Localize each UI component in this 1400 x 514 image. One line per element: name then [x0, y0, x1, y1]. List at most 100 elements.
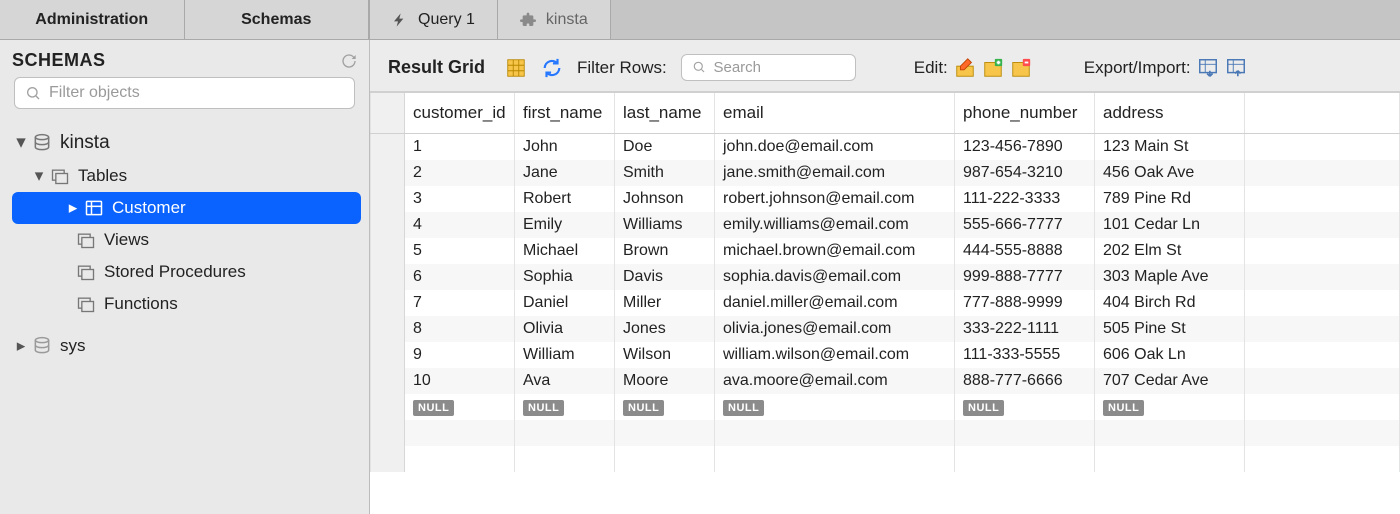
cell-address[interactable]: 606 Oak Ln — [1095, 342, 1245, 368]
cell-customer_id[interactable]: 7 — [405, 290, 515, 316]
col-address[interactable]: address — [1095, 93, 1245, 134]
row-gutter[interactable] — [371, 134, 405, 161]
cell-address[interactable]: 202 Elm St — [1095, 238, 1245, 264]
table-row[interactable]: 6SophiaDavissophia.davis@email.com999-88… — [371, 264, 1400, 290]
cell-email[interactable]: sophia.davis@email.com — [715, 264, 955, 290]
table-row[interactable]: 4EmilyWilliamsemily.williams@email.com55… — [371, 212, 1400, 238]
cell-email[interactable]: emily.williams@email.com — [715, 212, 955, 238]
cell-email[interactable]: daniel.miller@email.com — [715, 290, 955, 316]
table-row[interactable]: 2JaneSmithjane.smith@email.com987-654-32… — [371, 160, 1400, 186]
filter-rows-input[interactable] — [713, 59, 844, 76]
table-row[interactable]: 5MichaelBrownmichael.brown@email.com444-… — [371, 238, 1400, 264]
table-row[interactable]: 10AvaMooreava.moore@email.com888-777-666… — [371, 368, 1400, 394]
cell-customer_id[interactable]: 10 — [405, 368, 515, 394]
insert-row-icon[interactable] — [982, 57, 1004, 79]
cell-customer_id[interactable]: 3 — [405, 186, 515, 212]
cell-first_name[interactable]: Olivia — [515, 316, 615, 342]
cell-customer_id[interactable]: 4 — [405, 212, 515, 238]
cell-last_name[interactable]: Johnson — [615, 186, 715, 212]
table-row[interactable]: 3RobertJohnsonrobert.johnson@email.com11… — [371, 186, 1400, 212]
cell-last_name[interactable]: Wilson — [615, 342, 715, 368]
tree-functions[interactable]: Functions — [4, 288, 369, 320]
refresh-icon[interactable] — [341, 53, 357, 69]
tree-db-sys[interactable]: ▸ sys — [4, 330, 369, 362]
cell-null[interactable]: NULL — [955, 394, 1095, 420]
cell-phone_number[interactable]: 777-888-9999 — [955, 290, 1095, 316]
tree-stored-procedures[interactable]: Stored Procedures — [4, 256, 369, 288]
cell-last_name[interactable]: Moore — [615, 368, 715, 394]
col-customer-id[interactable]: customer_id — [405, 93, 515, 134]
cell-email[interactable]: john.doe@email.com — [715, 134, 955, 161]
table-row-null[interactable]: NULLNULLNULLNULLNULLNULL — [371, 394, 1400, 420]
cell-null[interactable]: NULL — [405, 394, 515, 420]
cell-null[interactable]: NULL — [1095, 394, 1245, 420]
cell-last_name[interactable]: Doe — [615, 134, 715, 161]
import-icon[interactable] — [1225, 57, 1247, 79]
row-gutter[interactable] — [371, 342, 405, 368]
cell-phone_number[interactable]: 333-222-1111 — [955, 316, 1095, 342]
row-gutter[interactable] — [371, 264, 405, 290]
cell-address[interactable]: 123 Main St — [1095, 134, 1245, 161]
export-icon[interactable] — [1197, 57, 1219, 79]
cell-phone_number[interactable]: 999-888-7777 — [955, 264, 1095, 290]
col-phone-number[interactable]: phone_number — [955, 93, 1095, 134]
tab-kinsta[interactable]: kinsta — [498, 0, 611, 39]
tab-query-1[interactable]: Query 1 — [370, 0, 498, 39]
row-gutter[interactable] — [371, 238, 405, 264]
table-row[interactable]: 9WilliamWilsonwilliam.wilson@email.com11… — [371, 342, 1400, 368]
cell-phone_number[interactable]: 123-456-7890 — [955, 134, 1095, 161]
cell-customer_id[interactable]: 9 — [405, 342, 515, 368]
cell-phone_number[interactable]: 555-666-7777 — [955, 212, 1095, 238]
cell-phone_number[interactable]: 111-333-5555 — [955, 342, 1095, 368]
row-gutter[interactable] — [371, 186, 405, 212]
row-gutter[interactable] — [371, 290, 405, 316]
row-gutter[interactable] — [371, 212, 405, 238]
result-grid[interactable]: customer_id first_name last_name email p… — [370, 92, 1400, 514]
cell-null[interactable]: NULL — [515, 394, 615, 420]
delete-row-icon[interactable] — [1010, 57, 1032, 79]
cell-null[interactable]: NULL — [615, 394, 715, 420]
tree-table-customer[interactable]: ▸ Customer — [12, 192, 361, 224]
cell-first_name[interactable]: Jane — [515, 160, 615, 186]
cell-address[interactable]: 789 Pine Rd — [1095, 186, 1245, 212]
grid-view-icon[interactable] — [505, 57, 527, 79]
cell-email[interactable]: michael.brown@email.com — [715, 238, 955, 264]
filter-objects-input[interactable] — [49, 84, 344, 102]
tree-tables[interactable]: ▾ Tables — [4, 160, 369, 192]
cell-email[interactable]: jane.smith@email.com — [715, 160, 955, 186]
cell-last_name[interactable]: Williams — [615, 212, 715, 238]
filter-rows-search[interactable] — [681, 54, 856, 81]
cell-phone_number[interactable]: 444-555-8888 — [955, 238, 1095, 264]
cell-first_name[interactable]: Michael — [515, 238, 615, 264]
cell-email[interactable]: ava.moore@email.com — [715, 368, 955, 394]
col-first-name[interactable]: first_name — [515, 93, 615, 134]
cell-phone_number[interactable]: 888-777-6666 — [955, 368, 1095, 394]
tree-db-kinsta[interactable]: ▾ kinsta — [4, 125, 369, 160]
cell-address[interactable]: 101 Cedar Ln — [1095, 212, 1245, 238]
table-row[interactable]: 1JohnDoejohn.doe@email.com123-456-789012… — [371, 134, 1400, 161]
cell-null[interactable]: NULL — [715, 394, 955, 420]
row-gutter[interactable] — [371, 316, 405, 342]
cell-first_name[interactable]: William — [515, 342, 615, 368]
cell-last_name[interactable]: Miller — [615, 290, 715, 316]
cell-customer_id[interactable]: 1 — [405, 134, 515, 161]
cell-phone_number[interactable]: 987-654-3210 — [955, 160, 1095, 186]
row-gutter[interactable] — [371, 368, 405, 394]
cell-customer_id[interactable]: 2 — [405, 160, 515, 186]
cell-email[interactable]: robert.johnson@email.com — [715, 186, 955, 212]
cell-first_name[interactable]: Robert — [515, 186, 615, 212]
cell-phone_number[interactable]: 111-222-3333 — [955, 186, 1095, 212]
cell-address[interactable]: 456 Oak Ave — [1095, 160, 1245, 186]
filter-objects-box[interactable] — [14, 77, 355, 109]
table-row[interactable]: 7DanielMillerdaniel.miller@email.com777-… — [371, 290, 1400, 316]
cell-email[interactable]: olivia.jones@email.com — [715, 316, 955, 342]
row-gutter[interactable] — [371, 394, 405, 420]
cell-last_name[interactable]: Smith — [615, 160, 715, 186]
cell-last_name[interactable]: Brown — [615, 238, 715, 264]
cell-first_name[interactable]: Daniel — [515, 290, 615, 316]
cell-customer_id[interactable]: 5 — [405, 238, 515, 264]
col-last-name[interactable]: last_name — [615, 93, 715, 134]
tree-views[interactable]: Views — [4, 224, 369, 256]
cell-first_name[interactable]: John — [515, 134, 615, 161]
cell-address[interactable]: 505 Pine St — [1095, 316, 1245, 342]
